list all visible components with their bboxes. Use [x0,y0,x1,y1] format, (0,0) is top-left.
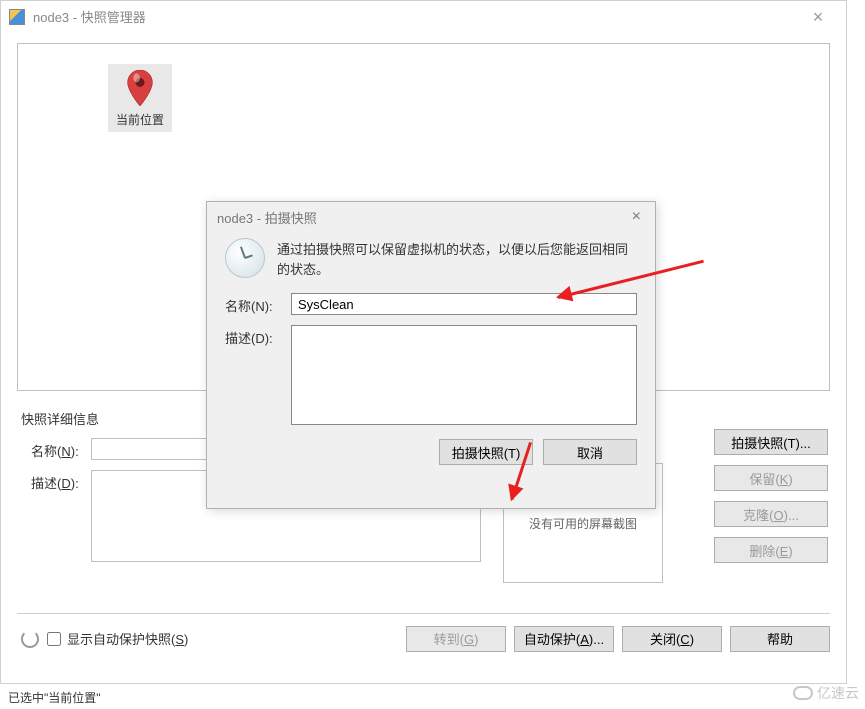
main-window-title: node3 - 快照管理器 [33,7,798,26]
current-position-node[interactable]: 当前位置 [108,64,172,132]
clock-icon [225,238,265,278]
autoprotect-button[interactable]: 自动保护(A)... [514,626,614,652]
details-desc-label: 描述(D): [31,470,91,492]
modal-info-text: 通过拍摄快照可以保留虚拟机的状态，以便以后您能返回相同的状态。 [277,238,637,279]
delete-button[interactable]: 删除(E) [714,537,828,563]
show-autoprotect-label: 显示自动保护快照(S) [67,629,188,648]
modal-title: node3 - 拍摄快照 [217,208,628,227]
keep-button[interactable]: 保留(K) [714,465,828,491]
modal-take-snapshot-button[interactable]: 拍摄快照(T) [439,439,533,465]
refresh-icon[interactable] [21,630,39,648]
modal-titlebar: node3 - 拍摄快照 × [207,202,655,232]
goto-button[interactable]: 转到(G) [406,626,506,652]
close-button[interactable]: 关闭(C) [622,626,722,652]
bottom-toolbar: 显示自动保护快照(S) 转到(G) 自动保护(A)... 关闭(C) 帮助 [17,613,830,653]
take-snapshot-button[interactable]: 拍摄快照(T)... [714,429,828,455]
show-autoprotect-checkbox-wrap[interactable]: 显示自动保护快照(S) [47,629,398,648]
modal-desc-textarea[interactable] [291,325,637,425]
show-autoprotect-checkbox[interactable] [47,632,61,646]
vmware-app-icon [9,9,25,25]
status-bar: 已选中"当前位置" [0,685,865,709]
location-pin-icon [126,70,154,109]
details-name-label: 名称(N): [31,438,91,460]
main-close-button[interactable]: × [798,3,838,31]
current-node-label: 当前位置 [116,111,164,128]
modal-name-input[interactable] [291,293,637,315]
help-button[interactable]: 帮助 [730,626,830,652]
modal-desc-label: 描述(D): [225,325,291,347]
right-button-column: 拍摄快照(T)... 保留(K) 克隆(O)... 删除(E) [714,429,828,563]
modal-info-row: 通过拍摄快照可以保留虚拟机的状态，以便以后您能返回相同的状态。 [225,238,637,279]
clone-button[interactable]: 克隆(O)... [714,501,828,527]
modal-close-button[interactable]: × [628,208,645,226]
take-snapshot-dialog: node3 - 拍摄快照 × 通过拍摄快照可以保留虚拟机的状态，以便以后您能返回… [206,201,656,509]
modal-name-label: 名称(N): [225,293,291,315]
modal-cancel-button[interactable]: 取消 [543,439,637,465]
main-titlebar: node3 - 快照管理器 × [1,1,846,33]
